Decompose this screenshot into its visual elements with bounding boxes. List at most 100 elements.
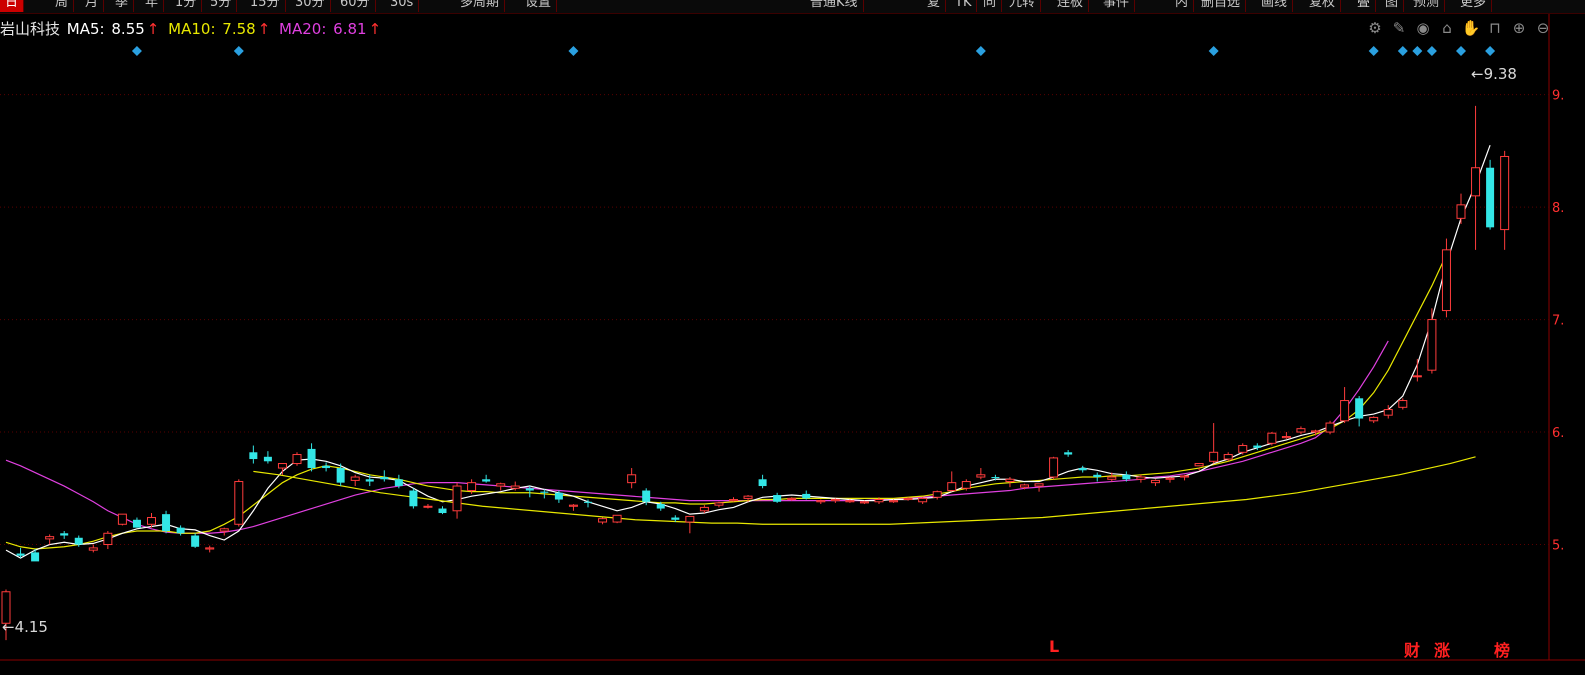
candle-body-7 — [103, 532, 113, 546]
candle-body-5 — [74, 537, 83, 545]
candle-body-61 — [889, 500, 899, 503]
candle-body-52 — [758, 479, 767, 487]
candle-body-86 — [1253, 445, 1262, 448]
candle-body-85 — [1238, 445, 1248, 453]
candle-body-45 — [656, 504, 665, 509]
candle-body-10 — [147, 517, 156, 525]
candle-body-100 — [1456, 204, 1466, 219]
candle-body-2 — [31, 552, 40, 562]
price-tick-label-2: 7. — [1552, 314, 1564, 329]
candle-body-94 — [1369, 416, 1379, 422]
candle-body-29 — [423, 505, 433, 508]
low-price-label: ←4.15 — [2, 618, 48, 636]
candle-body-37 — [540, 491, 549, 493]
candle-body-28 — [409, 490, 418, 507]
candle-body-38 — [554, 492, 563, 500]
candle-body-3 — [45, 536, 55, 540]
candle-body-69 — [1005, 478, 1015, 483]
candle-body-103 — [1500, 155, 1510, 231]
candle-body-71 — [1034, 483, 1044, 487]
candle-body-9 — [132, 519, 141, 528]
candle-body-89 — [1296, 428, 1306, 433]
candle-body-26 — [380, 477, 389, 480]
candle-body-6 — [88, 547, 98, 551]
candle-body-73 — [1064, 452, 1073, 455]
candle-body-97 — [1412, 375, 1422, 378]
candle-body-21 — [307, 448, 316, 469]
finance-badge[interactable]: 财 — [1404, 637, 1420, 661]
candle-body-92 — [1340, 400, 1350, 422]
candle-body-8 — [117, 513, 127, 525]
event-marker-6 — [1397, 46, 1408, 56]
candle-body-32 — [467, 482, 477, 492]
candle-body-33 — [482, 479, 491, 482]
candle-body-96 — [1398, 400, 1408, 408]
high-price-label: ←9.38 — [1471, 65, 1517, 83]
candle-body-25 — [365, 479, 374, 482]
candle-body-102 — [1486, 167, 1495, 228]
candle-body-22 — [322, 465, 331, 469]
candle-body-58 — [845, 500, 855, 503]
candle-body-82 — [1194, 463, 1204, 467]
candle-body-4 — [60, 533, 69, 536]
candle-body-18 — [263, 456, 272, 462]
candle-body-57 — [830, 499, 840, 502]
candle-body-39 — [568, 504, 578, 507]
candle-body-27 — [394, 479, 403, 487]
price-tick-label-1: 8. — [1552, 201, 1564, 216]
limit-up-badge[interactable]: 涨 — [1434, 637, 1450, 661]
candle-body-84 — [1223, 454, 1233, 460]
candle-body-46 — [671, 517, 680, 520]
candle-body-80 — [1165, 477, 1175, 480]
candle-body-77 — [1122, 474, 1131, 480]
event-marker-4 — [1208, 46, 1219, 56]
ranking-badge[interactable]: 榜 — [1494, 637, 1510, 661]
candle-body-43 — [627, 474, 637, 484]
candle-body-36 — [525, 488, 534, 491]
event-marker-8 — [1426, 46, 1437, 56]
candle-body-54 — [787, 497, 797, 501]
candle-body-59 — [859, 501, 869, 504]
event-marker-7 — [1412, 46, 1423, 56]
candle-body-11 — [162, 514, 171, 532]
candle-body-62 — [903, 497, 913, 501]
candle-body-99 — [1441, 249, 1451, 312]
candle-body-30 — [438, 508, 447, 514]
candle-body-20 — [292, 454, 302, 465]
candle-body-67 — [976, 474, 986, 478]
event-marker-2 — [568, 46, 579, 56]
candle-body-98 — [1427, 319, 1437, 371]
candle-body-79 — [1150, 479, 1160, 484]
candle-body-88 — [1281, 436, 1291, 439]
candle-body-90 — [1311, 430, 1320, 433]
candle-body-75 — [1093, 474, 1102, 478]
candle-body-14 — [205, 547, 215, 550]
candle-body-23 — [336, 468, 345, 483]
price-tick-label-4: 5. — [1552, 539, 1564, 554]
candle-body-64 — [932, 491, 942, 498]
candle-body-34 — [496, 483, 506, 487]
candle-body-51 — [743, 495, 753, 499]
l-badge[interactable]: L — [1049, 637, 1059, 656]
candle-body-76 — [1107, 476, 1117, 480]
candle-body-12 — [176, 527, 185, 534]
event-marker-9 — [1456, 46, 1466, 56]
candle-body-78 — [1136, 476, 1146, 480]
candle-body-17 — [249, 452, 258, 460]
kline-chart: 9. 8. 7. 6. 5. ←9.38 ←4.15 — [0, 14, 1585, 661]
candle-body-63 — [918, 497, 928, 503]
candle-body-53 — [773, 495, 782, 502]
candle-body-16 — [234, 481, 244, 525]
candle-body-74 — [1078, 468, 1087, 471]
ma10-line — [5, 254, 1447, 550]
event-marker-3 — [975, 46, 986, 56]
candle-body-31 — [452, 485, 462, 512]
candle-body-70 — [1020, 484, 1029, 488]
candle-body-48 — [699, 506, 709, 512]
candle-body-87 — [1267, 432, 1277, 444]
candle-body-47 — [685, 515, 695, 523]
candle-body-49 — [714, 502, 724, 506]
candle-body-101 — [1471, 167, 1481, 197]
candle-body-65 — [947, 482, 957, 492]
candle-body-35 — [510, 485, 520, 489]
